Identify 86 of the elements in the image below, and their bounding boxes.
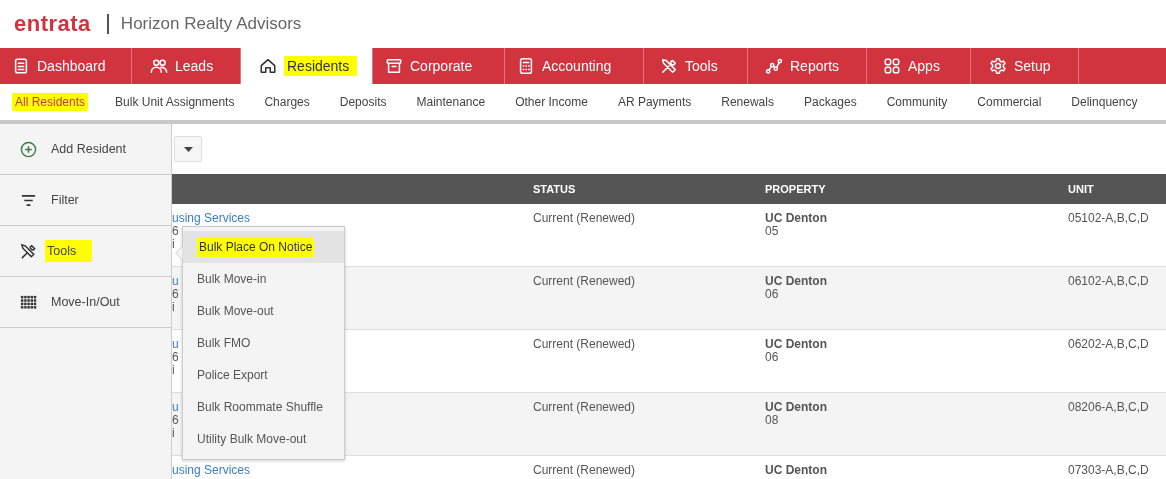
table-cell-text: 06 — [765, 351, 780, 364]
table-cell-text: UC Denton — [765, 212, 828, 225]
menu-item[interactable]: Bulk Move-in — [183, 263, 344, 295]
nav-tab[interactable]: Residents — [241, 48, 373, 84]
tools-icon — [20, 242, 37, 260]
table-cell: 6 — [172, 225, 179, 238]
table-cell-text: UC Denton — [765, 275, 828, 288]
nav-tab[interactable]: Apps — [867, 48, 971, 84]
table-cell: 6 — [172, 351, 179, 364]
menu-item[interactable]: Bulk Roommate Shuffle — [183, 391, 344, 423]
table-cell-text: UC Denton — [765, 401, 828, 414]
table-cell-text: 06202-A,B,C,D — [1068, 338, 1150, 351]
add-circle-icon — [20, 140, 37, 158]
house-icon — [259, 57, 277, 75]
table-cell-text: UC Denton — [765, 464, 828, 477]
sidebar-item[interactable]: Tools — [0, 226, 171, 277]
table-cell-text: 05102-A,B,C,D — [1068, 212, 1150, 225]
caret-icon — [183, 146, 193, 152]
sidebar-label[interactable]: Move-In/Out — [51, 295, 120, 309]
table-cell-text: 08 — [765, 414, 780, 427]
column-header[interactable]: UNIT — [1068, 183, 1166, 195]
column-header[interactable]: STATUS — [533, 183, 765, 195]
sub-nav-link[interactable]: Bulk Unit Assignments — [112, 93, 238, 111]
calculator-icon — [517, 57, 535, 75]
sidebar-label[interactable]: Filter — [51, 193, 79, 207]
sub-nav-link[interactable]: Other Income — [512, 93, 591, 111]
archive-box-icon — [385, 57, 403, 75]
sub-nav-link[interactable]: Delinquency — [1068, 93, 1141, 111]
table-cell-text: Current (Renewed) — [533, 275, 637, 288]
table-cell: i — [172, 364, 175, 377]
settings-icon — [989, 57, 1007, 75]
dropdown-button[interactable] — [174, 136, 202, 162]
table-cell-text: UC Denton — [765, 338, 828, 351]
sidebar-item[interactable]: Move-In/Out — [0, 277, 171, 328]
table-cell: i — [172, 427, 175, 440]
nav-tab[interactable]: Setup — [971, 48, 1079, 84]
table-cell-text: 08206-A,B,C,D — [1068, 401, 1150, 414]
table-cell-text: 07303-A,B,C,D — [1068, 464, 1150, 477]
sidebar-label[interactable]: Add Resident — [51, 142, 127, 156]
table-cell-text: 06 — [765, 288, 780, 301]
resident-link[interactable]: u — [172, 401, 179, 414]
table-cell: i — [172, 238, 175, 251]
sub-nav-link[interactable]: Renewals — [718, 93, 777, 111]
menu-item[interactable]: Bulk FMO — [183, 327, 344, 359]
sub-nav-link[interactable]: Packages — [800, 93, 860, 111]
table-cell-text: Current (Renewed) — [533, 338, 637, 351]
menu-item[interactable]: Utility Bulk Move-out — [183, 423, 344, 455]
table-cell-text: Current (Renewed) — [533, 464, 637, 477]
line-chart-icon — [765, 57, 783, 75]
sub-nav-link[interactable]: Commercial — [974, 93, 1045, 111]
column-header[interactable]: PROPERTY — [765, 183, 1068, 195]
sub-nav-link[interactable]: Charges — [261, 93, 313, 111]
nav-tab[interactable]: Tools — [644, 48, 748, 84]
table-cell-text: Current (Renewed) — [533, 401, 637, 414]
sidebar-item[interactable]: Add Resident — [0, 124, 171, 175]
grid-icon — [20, 293, 37, 311]
sub-nav-link[interactable]: AR Payments — [614, 93, 695, 111]
sub-nav-link[interactable]: Maintenance — [413, 93, 489, 111]
table-cell: i — [172, 301, 175, 314]
menu-item[interactable]: Bulk Place On Notice — [183, 231, 344, 263]
sub-nav-link[interactable]: Community — [883, 93, 951, 111]
nav-tab[interactable]: Corporate — [373, 48, 505, 84]
apps-icon — [883, 57, 901, 75]
table-cell-text: 05 — [765, 225, 780, 238]
tools-icon — [660, 57, 678, 75]
clipboard-icon — [12, 57, 30, 75]
resident-link[interactable]: using Services — [172, 464, 251, 477]
table-cell-text: 06102-A,B,C,D — [1068, 275, 1150, 288]
sub-nav-link[interactable]: All Residents — [12, 93, 89, 111]
resident-link[interactable]: u — [172, 275, 179, 288]
people-icon — [150, 57, 168, 75]
nav-tab[interactable]: Dashboard — [0, 48, 132, 84]
sidebar-item[interactable]: Filter — [0, 175, 171, 226]
sub-nav-link[interactable]: Deposits — [336, 93, 390, 111]
nav-tab[interactable]: Accounting — [505, 48, 644, 84]
nav-tab[interactable]: Reports — [748, 48, 867, 84]
table-cell-text: Current (Renewed) — [533, 212, 637, 225]
menu-item[interactable]: Bulk Move-out — [183, 295, 344, 327]
company-name: Horizon Realty Advisors — [120, 14, 302, 34]
resident-link[interactable]: u — [172, 338, 179, 351]
logo[interactable]: entrata — [14, 14, 109, 34]
menu-item[interactable]: Police Export — [183, 359, 344, 391]
resident-link[interactable]: using Services — [172, 212, 251, 225]
table-cell: 6 — [172, 414, 179, 427]
table-cell: 6 — [172, 288, 179, 301]
sidebar-label[interactable]: Tools — [45, 240, 93, 262]
